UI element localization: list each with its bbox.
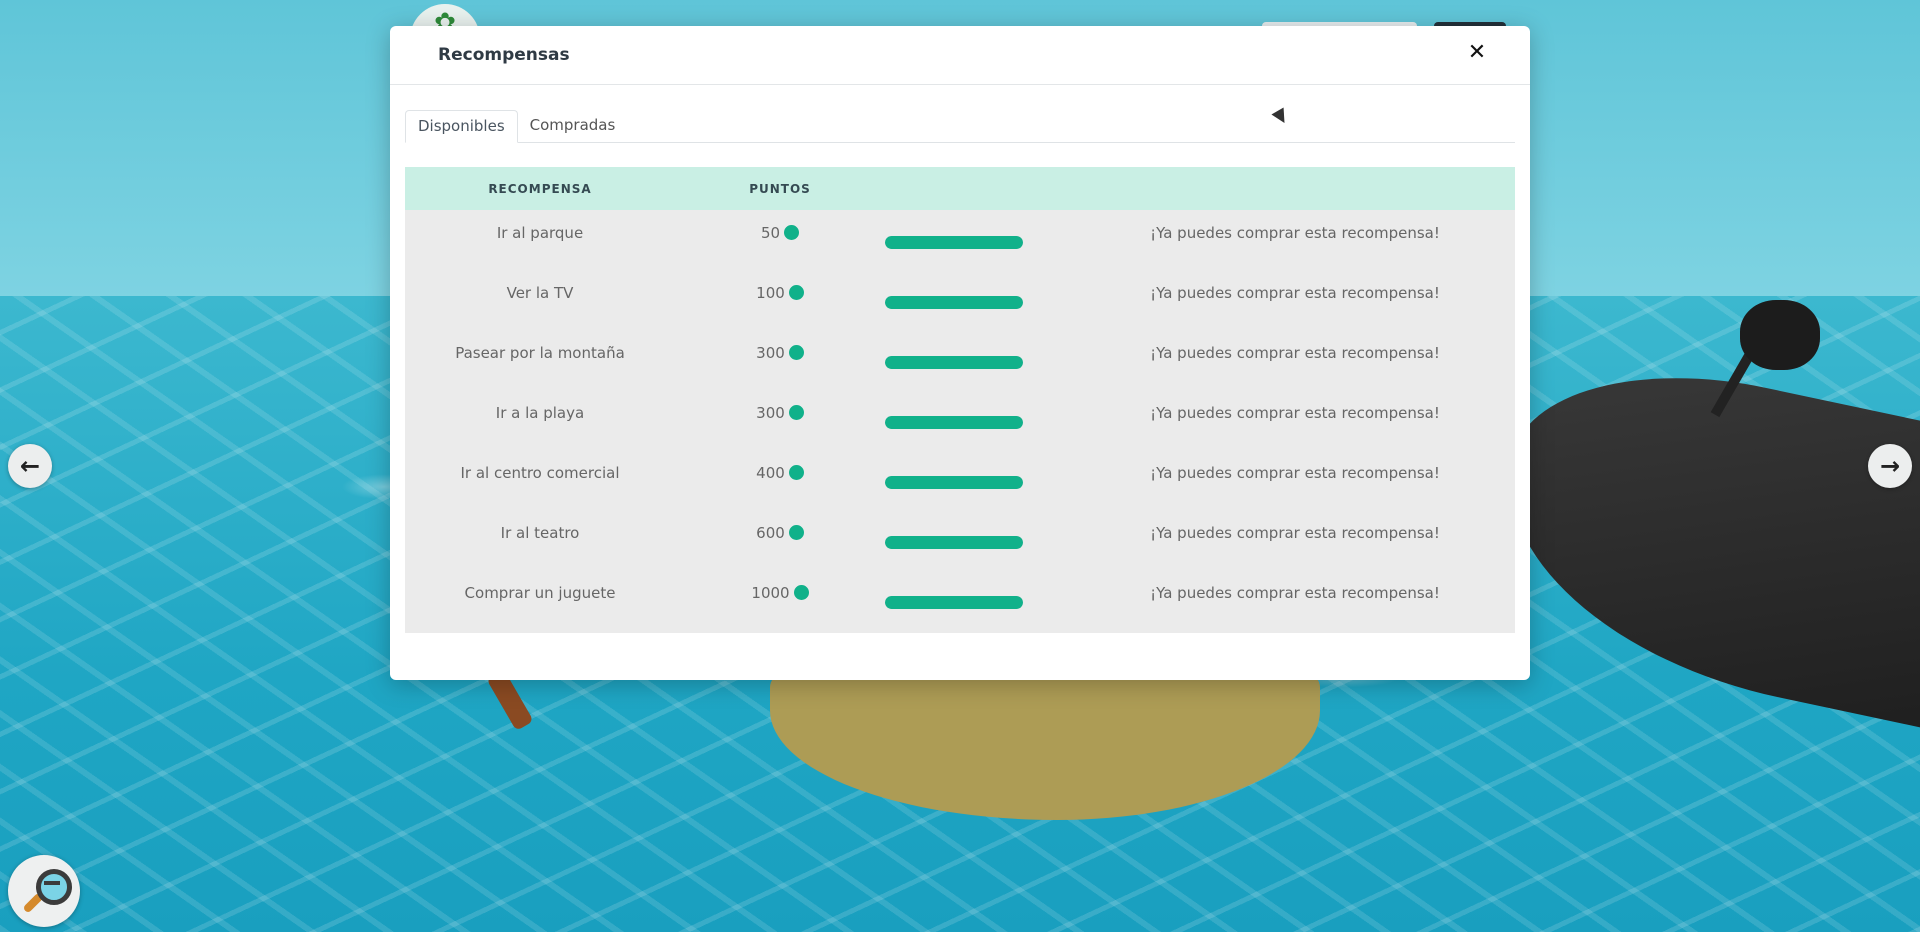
table-row[interactable]: Ir al parque 50 ¡Ya puedes comprar esta re… [405,210,1515,270]
reward-points: 600 [705,524,855,542]
reward-name: Ir a la playa [495,404,585,422]
rewards-table: RECOMPENSA PUNTOS Ir al parque 50 ¡Ya pued… [405,167,1515,633]
reward-status: ¡Ya puedes comprar esta recompensa! [1150,284,1440,302]
progress-bar [885,356,1023,369]
progress-bar-fill [885,236,1023,249]
table-row[interactable]: Ir al teatro 600 ¡Ya puedes comprar esta r… [405,510,1515,570]
coin-icon [788,465,804,480]
progress-bar [885,536,1023,549]
reward-points-value: 100 [756,284,785,302]
reward-points-value: 300 [756,344,785,362]
progress-bar-fill [885,416,1023,429]
tab-bar: Disponibles Compradas [405,110,1515,143]
table-row[interactable]: Ir al centro comercial 400 ¡Ya puedes comp… [405,450,1515,510]
reward-points: 300 [705,404,855,422]
reward-status: ¡Ya puedes comprar esta recompensa! [1150,464,1440,482]
coin-icon [793,585,809,600]
modal-title: Recompensas [438,45,570,65]
table-row[interactable]: Comprar un juguete 1000 ¡Ya puedes comprar… [405,570,1515,630]
coin-icon [788,345,804,360]
progress-bar-fill [885,296,1023,309]
reward-points: 100 [705,284,855,302]
reward-name: Pasear por la montaña [455,344,625,362]
reward-name: Ver la TV [506,284,574,302]
progress-bar-fill [885,356,1023,369]
table-row[interactable]: Ir a la playa 300 ¡Ya puedes comprar esta … [405,390,1515,450]
reward-points-value: 300 [756,404,785,422]
reward-status: ¡Ya puedes comprar esta recompensa! [1150,524,1440,542]
close-icon[interactable]: ✕ [1464,40,1490,66]
coin-icon [788,525,804,540]
column-header-puntos: PUNTOS [749,182,811,196]
reward-name: Ir al teatro [500,524,580,542]
table-row[interactable]: Pasear por la montaña 300 ¡Ya puedes compr… [405,330,1515,390]
reward-points: 400 [705,464,855,482]
reward-points: 300 [705,344,855,362]
reward-name: Comprar un juguete [464,584,616,602]
reward-status: ¡Ya puedes comprar esta recompensa! [1150,404,1440,422]
coin-icon [788,285,804,300]
table-row[interactable]: Ver la TV 100 ¡Ya puedes comprar esta reco… [405,270,1515,330]
table-header: RECOMPENSA PUNTOS [405,167,1515,210]
progress-bar [885,416,1023,429]
reward-status: ¡Ya puedes comprar esta recompensa! [1150,584,1440,602]
modal-header: Recompensas ✕ [390,26,1530,85]
reward-name: Ir al centro comercial [460,464,620,482]
reward-points-value: 600 [756,524,785,542]
reward-name: Ir al parque [496,224,584,242]
tab-compradas[interactable]: Compradas [518,110,628,141]
reward-status: ¡Ya puedes comprar esta recompensa! [1150,224,1440,242]
reward-points-value: 400 [756,464,785,482]
reward-points: 50 [705,224,855,242]
progress-bar-fill [885,596,1023,609]
table-body: Ir al parque 50 ¡Ya puedes comprar esta re… [405,210,1515,630]
progress-bar-fill [885,476,1023,489]
progress-bar [885,296,1023,309]
progress-bar-fill [885,536,1023,549]
tab-disponibles[interactable]: Disponibles [405,110,518,143]
coin-icon [784,225,800,240]
rewards-modal: Recompensas ✕ Disponibles Compradas RECO… [390,26,1530,680]
reward-points-value: 50 [760,224,781,242]
reward-points: 1000 [705,584,855,602]
progress-bar [885,476,1023,489]
reward-points-value: 1000 [751,584,790,602]
reward-status: ¡Ya puedes comprar esta recompensa! [1150,344,1440,362]
coin-icon [788,405,804,420]
modal-overlay: Recompensas ✕ Disponibles Compradas RECO… [0,0,1920,932]
progress-bar [885,236,1023,249]
column-header-recompensa: RECOMPENSA [488,182,592,196]
progress-bar [885,596,1023,609]
